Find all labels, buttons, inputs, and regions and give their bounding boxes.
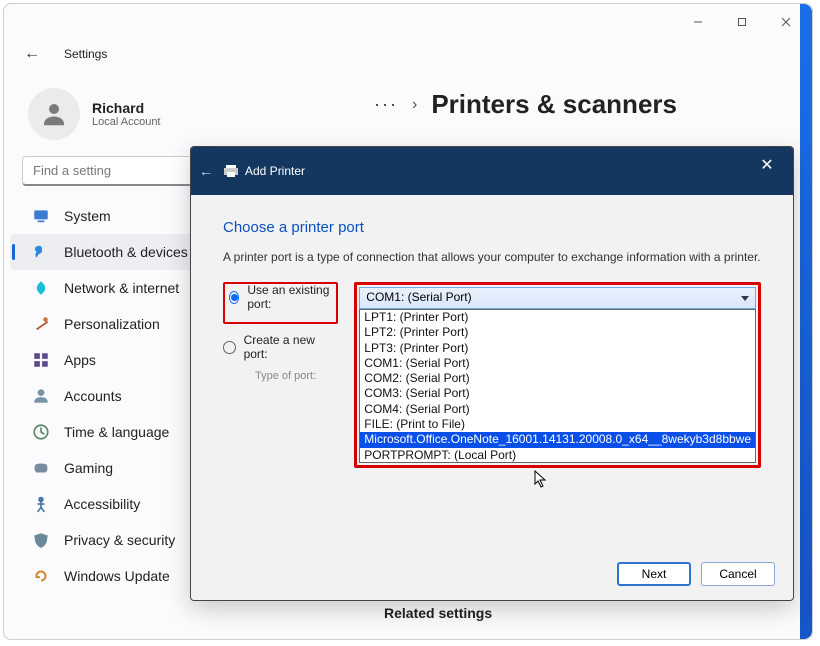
radio-dot-icon <box>223 341 236 354</box>
minimize-button[interactable] <box>676 8 720 36</box>
sidebar-icon <box>32 243 50 261</box>
radio-label: Use an existing port: <box>247 283 330 311</box>
sidebar-icon <box>32 207 50 225</box>
sidebar-item-label: Personalization <box>64 316 160 332</box>
port-option[interactable]: LPT3: (Printer Port) <box>360 341 755 356</box>
sidebar-icon <box>32 279 50 297</box>
user-sub: Local Account <box>92 116 161 128</box>
header: ← Settings <box>4 40 812 68</box>
sidebar-icon <box>32 315 50 333</box>
sidebar-item-label: Gaming <box>64 460 113 476</box>
sidebar-item-label: System <box>64 208 111 224</box>
titlebar <box>4 4 812 40</box>
port-option[interactable]: COM1: (Serial Port) <box>360 356 755 371</box>
dialog-titlebar: ← Add Printer ✕ <box>191 147 793 195</box>
user-name: Richard <box>92 100 161 116</box>
port-option[interactable]: FILE: (Print to File) <box>360 417 755 432</box>
port-option[interactable]: COM2: (Serial Port) <box>360 371 755 386</box>
sidebar-icon <box>32 531 50 549</box>
sidebar-icon <box>32 459 50 477</box>
breadcrumb-more-icon[interactable]: ··· <box>374 94 398 115</box>
radio-dot-icon <box>229 291 239 304</box>
maximize-button[interactable] <box>720 8 764 36</box>
sidebar-item-label: Windows Update <box>64 568 170 584</box>
sidebar-item-label: Accessibility <box>64 496 140 512</box>
port-listbox[interactable]: LPT1: (Printer Port)LPT2: (Printer Port)… <box>359 309 756 463</box>
avatar <box>28 88 80 140</box>
sidebar-item-label: Accounts <box>64 388 122 404</box>
breadcrumb: ··· › Printers & scanners <box>374 89 677 120</box>
sidebar-item-label: Apps <box>64 352 96 368</box>
settings-window: ← Settings Richard Local Account ··· › P… <box>3 3 813 640</box>
dialog-description: A printer port is a type of connection t… <box>223 250 761 264</box>
dialog-heading: Choose a printer port <box>223 219 761 236</box>
port-combobox[interactable]: COM1: (Serial Port) <box>359 287 756 309</box>
app-title: Settings <box>64 47 107 61</box>
sidebar-item-label: Bluetooth & devices <box>64 244 188 260</box>
search-placeholder: Find a setting <box>33 163 111 178</box>
dialog-title: Add Printer <box>245 164 305 178</box>
back-arrow-icon[interactable]: ← <box>24 45 40 63</box>
sidebar-item-label: Network & internet <box>64 280 179 296</box>
port-option[interactable]: PORTPROMPT: (Local Port) <box>360 448 755 463</box>
combo-value: COM1: (Serial Port) <box>366 290 471 304</box>
chevron-right-icon: › <box>412 96 417 114</box>
add-printer-dialog: ← Add Printer ✕ Choose a printer port A … <box>190 146 794 601</box>
sidebar-item-label: Privacy & security <box>64 532 175 548</box>
cancel-button[interactable]: Cancel <box>701 562 775 586</box>
sidebar-icon <box>32 423 50 441</box>
port-option[interactable]: COM4: (Serial Port) <box>360 402 755 417</box>
radio-create-new-port[interactable]: Create a new port: <box>223 336 338 358</box>
page-title: Printers & scanners <box>431 89 677 120</box>
port-option[interactable]: COM3: (Serial Port) <box>360 386 755 401</box>
sidebar-item-label: Time & language <box>64 424 169 440</box>
printer-icon <box>223 163 239 179</box>
next-button[interactable]: Next <box>617 562 691 586</box>
dialog-back-icon[interactable]: ← <box>199 163 213 179</box>
sidebar-icon <box>32 567 50 585</box>
related-settings-heading: Related settings <box>384 605 492 621</box>
sidebar-icon <box>32 387 50 405</box>
window-right-accent <box>800 4 812 639</box>
radio-use-existing-port[interactable]: Use an existing port: <box>229 286 330 308</box>
sidebar-icon <box>32 351 50 369</box>
sidebar-icon <box>32 495 50 513</box>
type-of-port-label: Type of port: <box>255 370 338 382</box>
port-option[interactable]: LPT2: (Printer Port) <box>360 325 755 340</box>
radio-label: Create a new port: <box>244 333 339 361</box>
port-option[interactable]: LPT1: (Printer Port) <box>360 310 755 325</box>
dialog-close-button[interactable]: ✕ <box>747 151 787 179</box>
port-option[interactable]: Microsoft.Office.OneNote_16001.14131.200… <box>360 432 755 447</box>
